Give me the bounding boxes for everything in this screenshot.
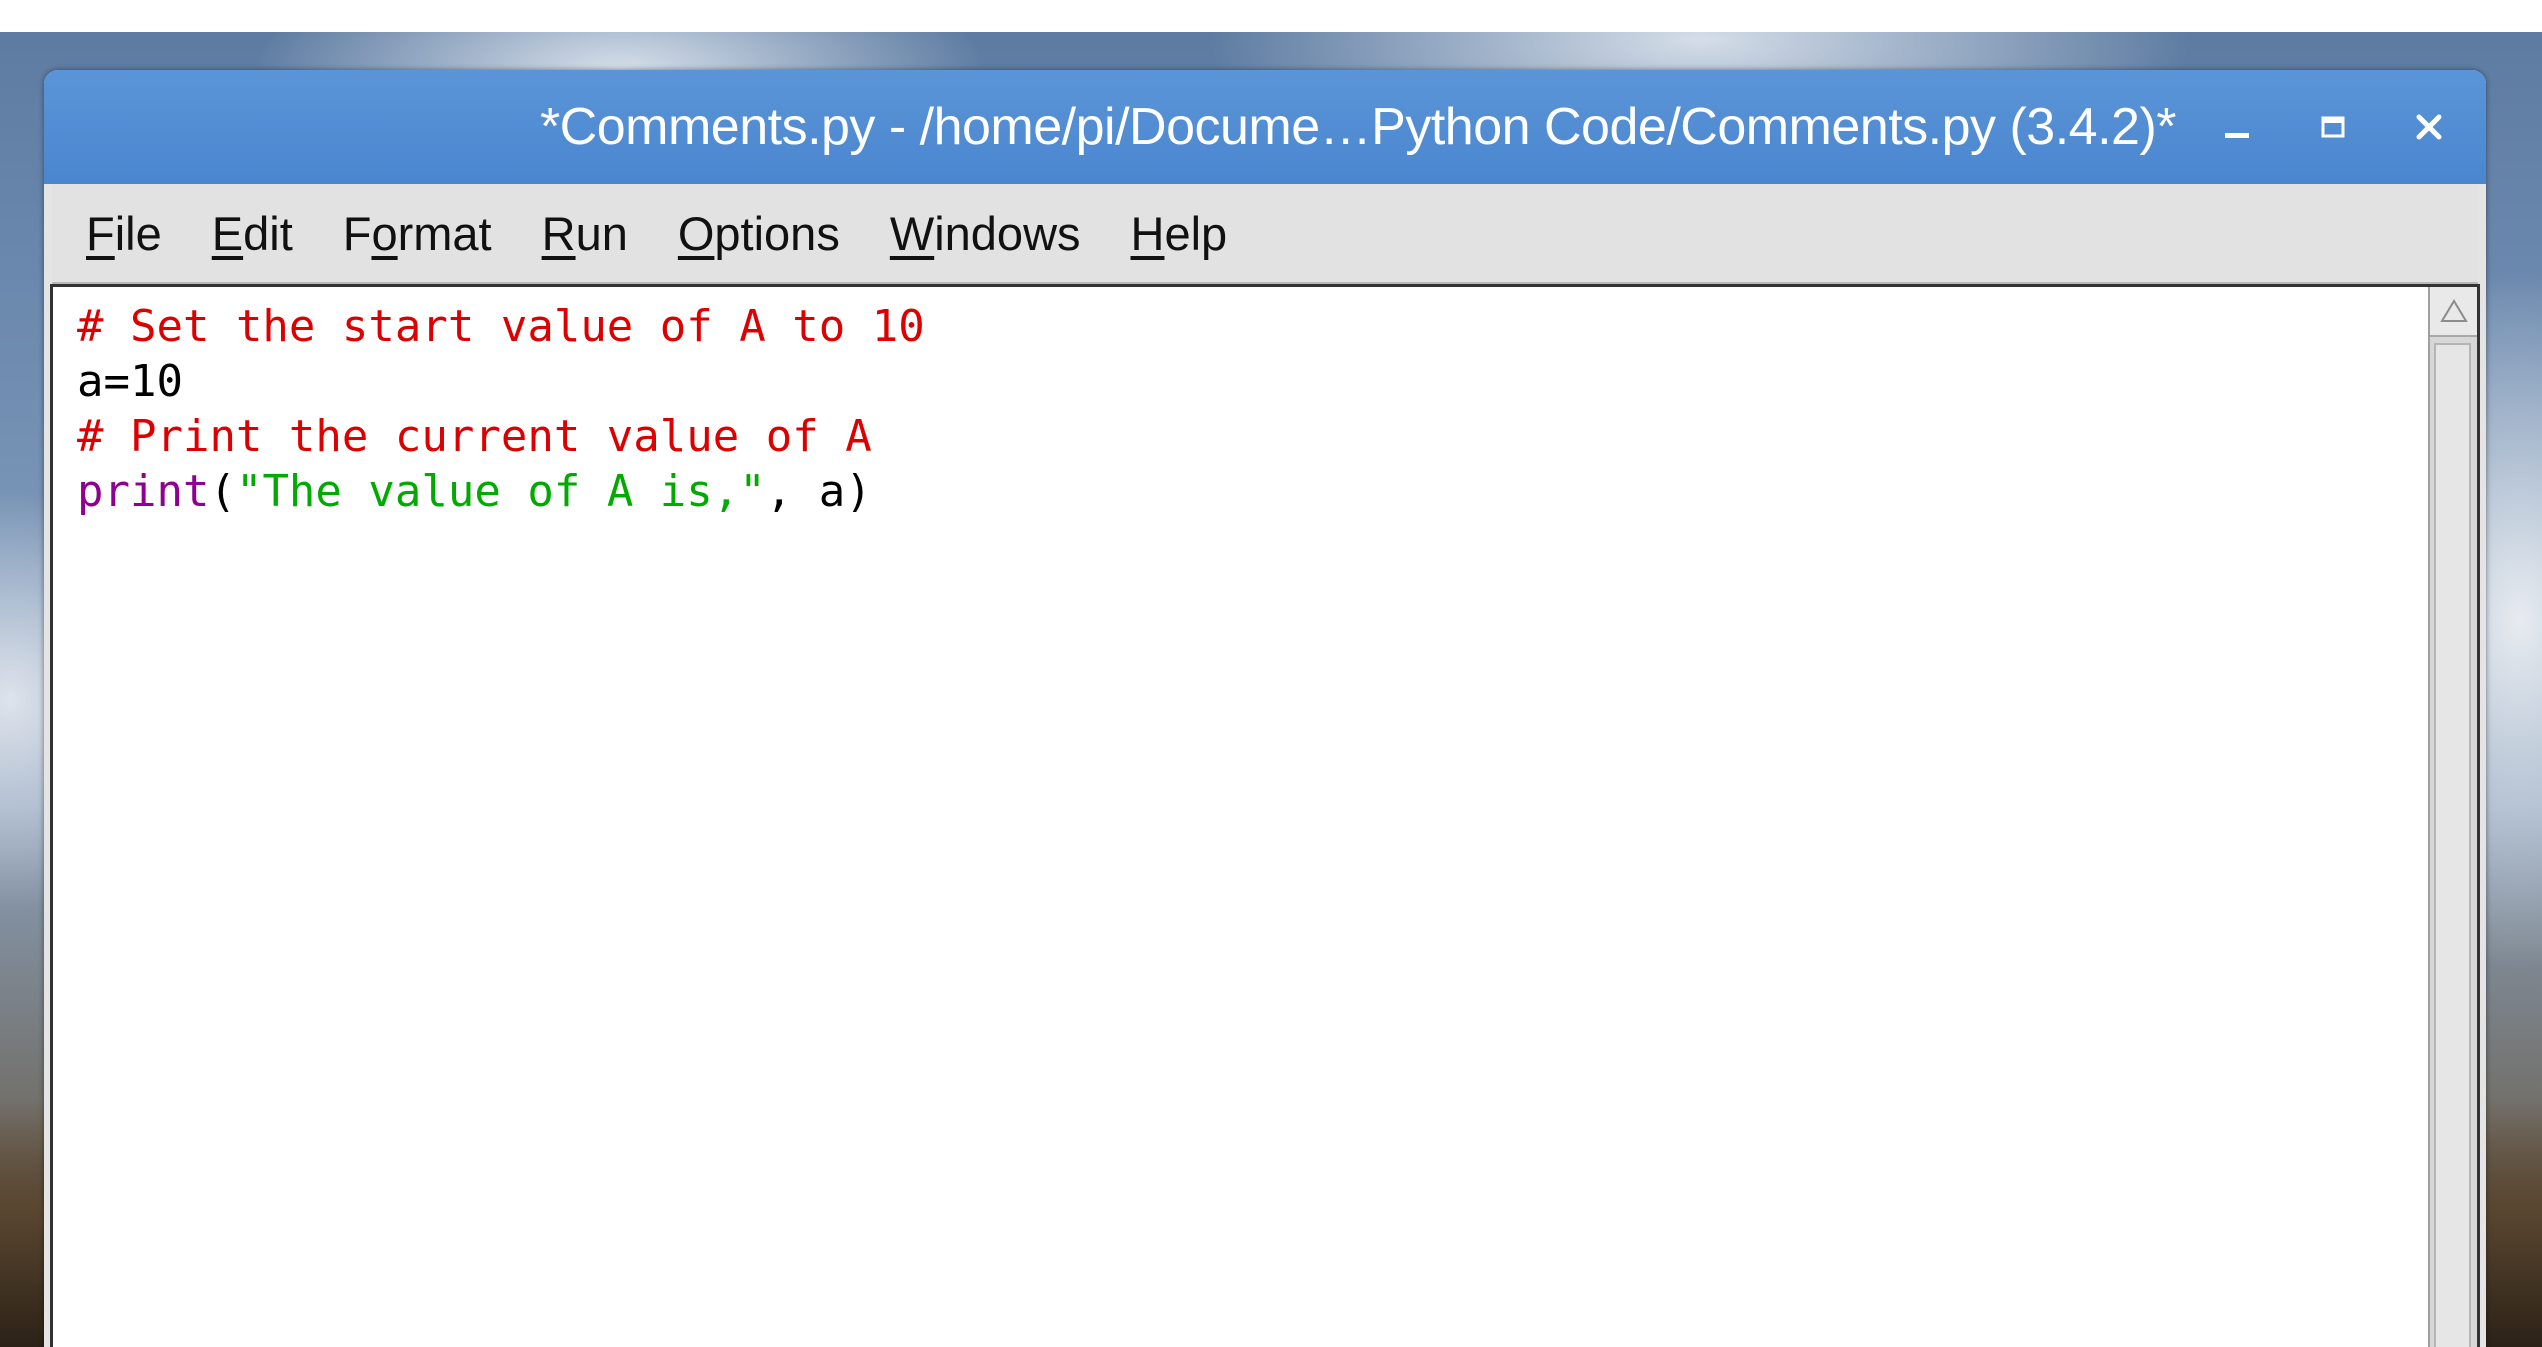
title-bar[interactable]: *Comments.py - /home/pi/Docume…Python Co… [44,70,2486,184]
menu-mnemonic: R [541,206,576,260]
minimize-icon [2225,133,2249,138]
minimize-button[interactable] [2204,94,2270,160]
code-line: # Print the current value of A [77,409,2428,464]
code-token-builtin: print [77,466,210,517]
code-token-plain: a=10 [77,356,183,407]
menu-label-suffix: un [575,206,628,260]
code-line: print("The value of A is,", a) [77,464,2428,519]
menu-bar: File Edit Format Run Options Windows Help [52,184,2478,284]
menu-item-options[interactable]: Options [678,206,840,261]
menu-item-windows[interactable]: Windows [890,206,1081,261]
menu-mnemonic: E [211,206,244,260]
menu-item-run[interactable]: Run [542,206,628,261]
maximize-button[interactable] [2300,94,2366,160]
menu-mnemonic: o [371,206,398,260]
code-token-plain: ( [209,466,236,517]
scroll-thumb[interactable] [2434,343,2471,1347]
code-token-plain: , a) [765,466,872,517]
close-button[interactable] [2396,94,2462,160]
maximize-icon [2321,116,2345,138]
menu-item-help[interactable]: Help [1131,206,1228,261]
idle-editor-window: *Comments.py - /home/pi/Docume…Python Co… [44,70,2486,1347]
menu-item-format[interactable]: Format [343,206,492,261]
menu-label-prefix: F [342,206,372,260]
menu-label-suffix: dit [243,206,293,260]
menu-label-suffix: indows [934,206,1081,260]
code-editor[interactable]: # Set the start value of A to 10 a=10 # Pr… [53,287,2428,1347]
code-line: a=10 [77,354,2428,409]
code-token-comment: # Print the current value of A [77,411,872,462]
window-title: *Comments.py - /home/pi/Docume…Python Co… [539,98,2177,156]
window-controls [2204,70,2462,184]
menu-mnemonic: W [889,206,935,260]
menu-label-suffix: ptions [714,206,840,260]
close-icon [2416,114,2442,140]
code-line: # Set the start value of A to 10 [77,299,2428,354]
menu-label-suffix: rmat [397,206,492,260]
code-token-string: "The value of A is," [235,466,766,517]
menu-mnemonic: H [1130,206,1165,260]
menu-mnemonic: O [677,206,715,260]
menu-mnemonic: F [86,206,115,260]
editor-frame: # Set the start value of A to 10 a=10 # Pr… [50,284,2480,1347]
triangle-up-icon [2439,299,2468,322]
code-token-comment: # Set the start value of A to 10 [77,301,925,352]
menu-item-file[interactable]: File [86,206,162,261]
top-strip [0,0,2542,32]
desktop-background: *Comments.py - /home/pi/Docume…Python Co… [0,0,2542,1347]
menu-item-edit[interactable]: Edit [212,206,293,261]
vertical-scrollbar[interactable] [2428,287,2477,1347]
scroll-up-button[interactable] [2430,287,2477,337]
menu-label-suffix: elp [1164,206,1228,260]
menu-label-suffix: ile [114,206,162,260]
